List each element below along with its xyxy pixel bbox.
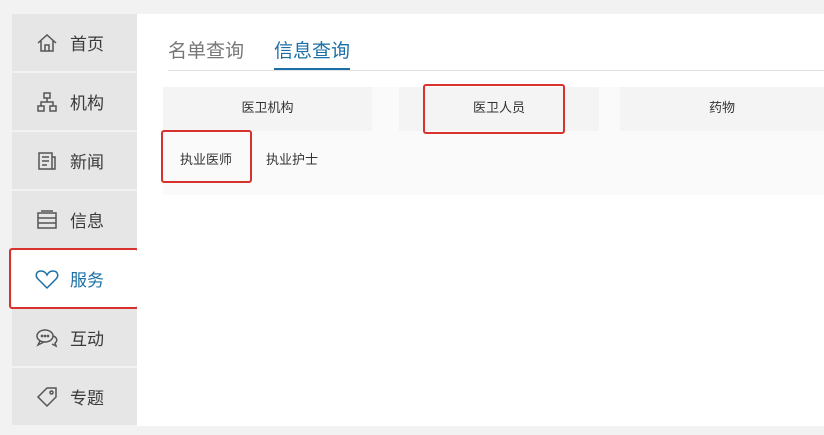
info-icon [34, 207, 60, 233]
home-icon [34, 30, 60, 56]
category-medical-personnel[interactable]: 医卫人员 [399, 87, 599, 131]
subcategory-licensed-nurse[interactable]: 执业护士 [266, 146, 318, 176]
sidebar-item-interaction[interactable]: 互动 [12, 309, 137, 366]
sidebar-item-org[interactable]: 机构 [12, 73, 137, 130]
chat-icon [34, 325, 60, 351]
heart-icon [34, 266, 60, 292]
sidebar-item-label: 专题 [70, 389, 104, 409]
category-drugs[interactable]: 药物 [620, 87, 824, 131]
sidebar-item-label: 互动 [70, 330, 104, 350]
sidebar-item-label: 首页 [70, 35, 104, 55]
sidebar-item-info[interactable]: 信息 [12, 191, 137, 248]
org-icon [34, 89, 60, 115]
sidebar-item-label: 新闻 [70, 153, 104, 173]
sidebar-item-label: 信息 [70, 212, 104, 232]
query-panel: 医卫机构 医卫人员 药物 执业医师 执业护士 [163, 87, 824, 195]
tab-info-query[interactable]: 信息查询 [274, 36, 351, 70]
main-content: 名单查询 信息查询 医卫机构 医卫人员 药物 执业医师 执业护士 [137, 14, 824, 426]
category-medical-institution[interactable]: 医卫机构 [163, 87, 372, 131]
sidebar: 首页 机构 新闻 信息 服务 互动 专题 [12, 14, 137, 426]
tab-name-list-query[interactable]: 名单查询 [168, 36, 244, 70]
sidebar-item-home[interactable]: 首页 [12, 14, 137, 71]
sidebar-item-news[interactable]: 新闻 [12, 132, 137, 189]
sidebar-item-label: 服务 [70, 271, 104, 291]
sidebar-item-label: 机构 [70, 94, 104, 114]
tab-bar: 名单查询 信息查询 [168, 36, 824, 71]
subcategory-licensed-physician[interactable]: 执业医师 [180, 146, 232, 176]
news-icon [34, 148, 60, 174]
sidebar-item-service[interactable]: 服务 [12, 250, 137, 307]
sidebar-item-topic[interactable]: 专题 [12, 368, 137, 425]
tag-icon [34, 384, 60, 410]
